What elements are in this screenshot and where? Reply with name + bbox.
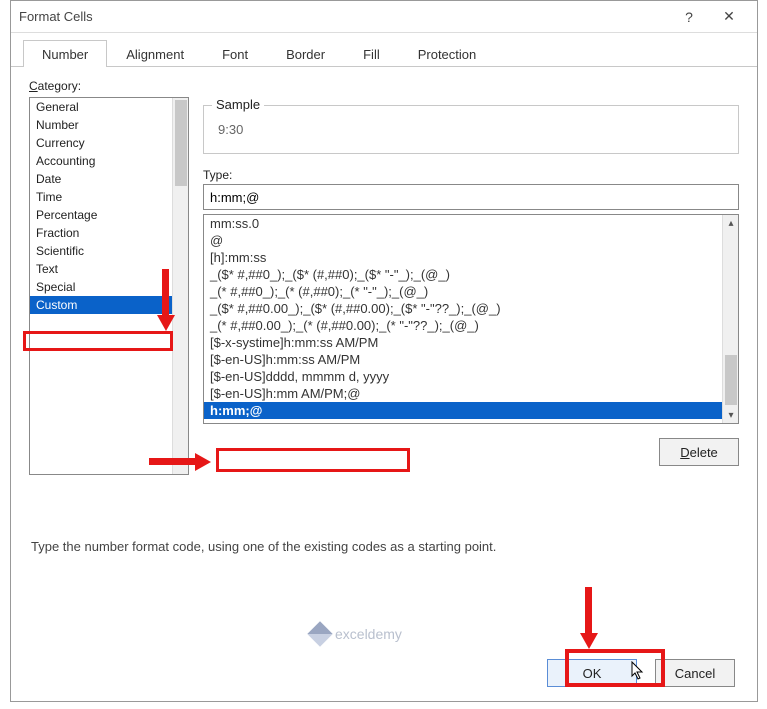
list-item[interactable]: Scientific [30,242,188,260]
dialog-title: Format Cells [19,9,669,24]
right-panel: Sample 9:30 Type: mm:ss.0 @ [h]:mm:ss _(… [203,97,739,475]
list-item-selected[interactable]: h:mm;@ [204,402,738,419]
list-item[interactable]: [$-x-systime]h:mm:ss AM/PM [204,334,738,351]
format-listbox[interactable]: mm:ss.0 @ [h]:mm:ss _($* #,##0_);_($* (#… [203,214,739,424]
list-item-custom[interactable]: Custom [30,296,188,314]
watermark: exceldemy [311,625,402,643]
cancel-button[interactable]: Cancel [655,659,735,687]
hint-text: Type the number format code, using one o… [31,539,496,554]
delete-button[interactable]: Delete [659,438,739,466]
list-item[interactable]: [$-en-US]h:mm AM/PM;@ [204,385,738,402]
list-item[interactable]: Text [30,260,188,278]
main-row: General Number Currency Accounting Date … [29,97,739,475]
list-item[interactable]: [h]:mm:ss [204,249,738,266]
category-listbox[interactable]: General Number Currency Accounting Date … [29,97,189,475]
list-item[interactable]: _(* #,##0.00_);_(* (#,##0.00);_(* "-"??_… [204,317,738,334]
scroll-up-icon[interactable]: ▴ [723,215,739,231]
list-item[interactable]: _($* #,##0.00_);_($* (#,##0.00);_($* "-"… [204,300,738,317]
list-item[interactable]: Percentage [30,206,188,224]
tab-number[interactable]: Number [23,40,107,67]
list-item[interactable]: Currency [30,134,188,152]
scroll-down-icon[interactable]: ▾ [723,407,739,423]
scroll-thumb[interactable] [175,100,187,186]
scrollbar[interactable] [172,98,188,474]
help-icon[interactable]: ? [669,3,709,31]
dialog-footer: OK Cancel [547,659,735,687]
tab-alignment[interactable]: Alignment [107,40,203,67]
tab-fill[interactable]: Fill [344,40,399,67]
watermark-text: exceldemy [335,626,402,642]
tab-protection[interactable]: Protection [399,40,496,67]
tab-font[interactable]: Font [203,40,267,67]
list-item[interactable]: Accounting [30,152,188,170]
list-item[interactable]: _(* #,##0_);_(* (#,##0);_(* "-"_);_(@_) [204,283,738,300]
list-item[interactable]: Fraction [30,224,188,242]
titlebar: Format Cells ? ✕ [11,1,757,33]
type-label: Type: [203,168,739,182]
list-item[interactable]: @ [204,232,738,249]
format-cells-dialog: Format Cells ? ✕ Number Alignment Font B… [10,0,758,702]
sample-label: Sample [212,97,264,112]
tab-strip: Number Alignment Font Border Fill Protec… [11,33,757,67]
list-item[interactable]: mm:ss.0 [204,215,738,232]
list-item[interactable]: [$-en-US]dddd, mmmm d, yyyy [204,368,738,385]
close-icon[interactable]: ✕ [709,3,749,31]
ok-button[interactable]: OK [547,659,637,687]
scrollbar[interactable]: ▴ ▾ [722,215,738,423]
dialog-body: Category: General Number Currency Accoun… [11,67,757,475]
type-input[interactable] [203,184,739,210]
list-item[interactable]: Special [30,278,188,296]
list-item[interactable]: Time [30,188,188,206]
tab-border[interactable]: Border [267,40,344,67]
list-item[interactable]: General [30,98,188,116]
delete-row: Delete [203,438,739,466]
list-item[interactable]: [$-en-US]h:mm:ss AM/PM [204,351,738,368]
sample-value: 9:30 [216,116,728,143]
list-item[interactable]: _($* #,##0_);_($* (#,##0);_($* "-"_);_(@… [204,266,738,283]
watermark-logo-icon [307,621,332,646]
category-label: Category: [29,79,739,93]
scroll-thumb[interactable] [725,355,737,405]
list-item[interactable]: Number [30,116,188,134]
sample-group: Sample 9:30 [203,105,739,154]
list-item[interactable]: Date [30,170,188,188]
